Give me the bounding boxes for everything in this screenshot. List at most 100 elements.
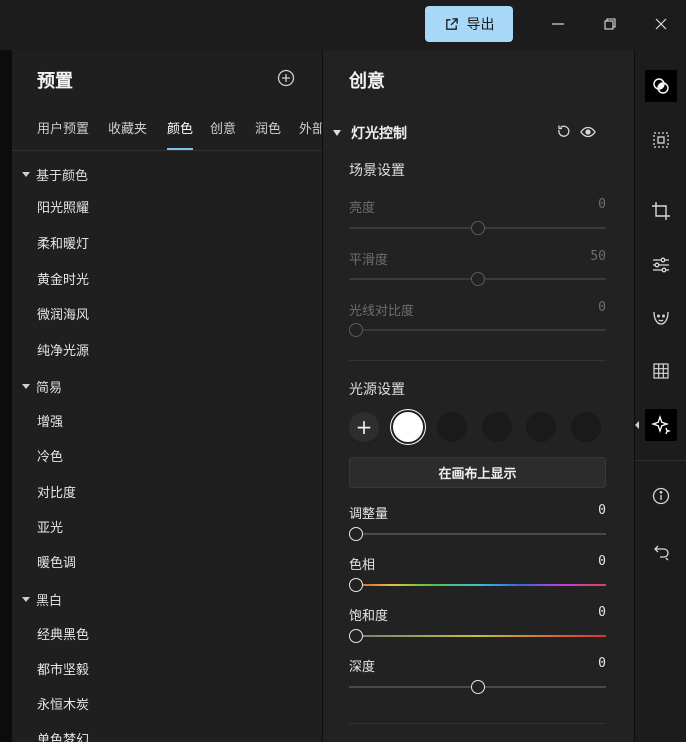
tool-history[interactable] [645,535,677,567]
light-contrast-slider-thumb[interactable] [349,323,363,337]
amount-label: 调整量 [349,507,389,522]
hue-track[interactable] [349,584,606,586]
preset-item[interactable]: 都市坚毅 [37,659,89,678]
light-source-slot[interactable] [437,412,467,442]
export-label: 导出 [466,16,495,32]
saturation-slider-thumb[interactable] [349,629,363,643]
preset-item[interactable]: 黄金时光 [37,269,89,288]
minimize-button[interactable] [546,12,570,36]
tool-info[interactable] [645,480,677,512]
preset-item[interactable]: 对比度 [37,482,76,501]
depth-value: 0 [598,656,606,671]
presets-icon [653,78,669,94]
light-source-slot[interactable] [571,412,601,442]
saturation-track[interactable] [349,635,606,637]
preset-item[interactable]: 纯净光源 [37,340,89,359]
undo-icon [654,545,669,561]
lighting-section-header[interactable]: 灯光控制 [333,123,407,143]
restore-icon [604,18,616,30]
tabs-divider [12,150,322,151]
presets-panel: 预置 用户预置 收藏夹 颜色 创意 润色 外部 基于颜色 阳光照耀 柔和暖灯 黄… [12,50,323,742]
tool-grid[interactable] [645,355,677,387]
preset-item[interactable]: 冷色 [37,446,63,465]
preset-item[interactable]: 单色梦幻 [37,729,89,742]
depth-label: 深度 [349,660,376,675]
face-icon [653,311,669,325]
right-toolbar [634,50,686,742]
expand-triangle-icon [22,384,30,389]
group-header-bw[interactable]: 黑白 [22,590,62,609]
tab-color[interactable]: 颜色 [167,118,194,150]
mask-icon [653,132,669,148]
amount-track[interactable] [349,533,606,535]
light-source-swatch-selected[interactable] [393,412,423,442]
saturation-value: 0 [598,605,606,620]
show-on-canvas-button[interactable]: 在画布上显示 [349,457,606,488]
preset-item[interactable]: 永恒木炭 [37,694,89,713]
tool-crop[interactable] [645,195,677,227]
light-source-slot[interactable] [482,412,512,442]
tool-portrait[interactable] [645,302,677,334]
creative-title: 创意 [349,71,385,92]
preset-item[interactable]: 暖色调 [37,552,76,571]
smoothness-slider-thumb[interactable] [470,272,485,286]
export-icon [445,17,458,30]
light-contrast-value: 0 [598,300,606,315]
saturation-label: 饱和度 [349,609,389,624]
add-light-button[interactable]: + [349,412,379,442]
hue-label: 色相 [349,558,376,573]
preset-item[interactable]: 亚光 [37,517,63,536]
depth-slider-thumb[interactable] [470,680,485,694]
hue-slider-thumb[interactable] [349,578,363,592]
smoothness-value: 50 [590,249,606,264]
minimize-icon [552,23,564,25]
creative-sparkle-icon [651,415,671,435]
tool-presets[interactable] [645,70,677,102]
tool-mask[interactable] [645,124,677,156]
section-divider [349,360,606,361]
export-button[interactable]: 导出 [425,6,513,42]
preset-item[interactable]: 经典黑色 [37,624,89,643]
preset-item[interactable]: 柔和暖灯 [37,233,89,252]
preset-item[interactable]: 阳光照耀 [37,197,89,216]
active-tool-marker [635,421,639,429]
creative-panel: 创意 灯光控制 场景设置 亮度 0 平滑度 50 光线对比度 0 光源设置 + … [323,50,634,742]
group-header-simple[interactable]: 简易 [22,377,62,396]
left-edge-strip [0,50,12,742]
add-preset-icon[interactable] [276,68,296,88]
tab-creative[interactable]: 创意 [210,118,236,150]
expand-triangle-icon [22,172,30,177]
tab-user-presets[interactable]: 用户预置 [37,118,89,150]
expand-triangle-icon [22,597,30,602]
preset-item[interactable]: 增强 [37,411,63,430]
amount-slider-thumb[interactable] [349,527,363,541]
tab-retouch[interactable]: 润色 [255,118,281,150]
tool-creative[interactable] [645,409,677,441]
light-source-settings-title: 光源设置 [349,382,405,398]
preset-item[interactable]: 微润海风 [37,304,89,323]
scene-settings-title: 场景设置 [349,163,405,179]
group-header-color-based[interactable]: 基于颜色 [22,165,88,184]
brightness-value: 0 [598,197,606,212]
crop-icon [652,202,670,220]
hue-value: 0 [598,554,606,569]
info-icon [652,487,670,505]
tool-adjust[interactable] [645,249,677,281]
tab-favorites[interactable]: 收藏夹 [108,118,147,150]
brightness-label: 亮度 [349,201,376,216]
toolbar-divider [635,460,686,461]
plus-icon: + [355,415,373,439]
close-button[interactable] [649,12,673,36]
light-contrast-track[interactable] [349,329,606,331]
collapse-triangle-icon [333,130,341,136]
brightness-slider-thumb[interactable] [470,221,485,235]
reset-icon[interactable] [555,124,571,140]
presets-title: 预置 [37,71,73,92]
tab-external[interactable]: 外部 [299,118,322,150]
grid-icon [653,363,669,379]
light-contrast-label: 光线对比度 [349,304,415,319]
light-source-slot[interactable] [526,412,556,442]
visibility-eye-icon[interactable] [580,124,596,140]
maximize-button[interactable] [598,12,622,36]
adjust-sliders-icon [653,257,669,273]
